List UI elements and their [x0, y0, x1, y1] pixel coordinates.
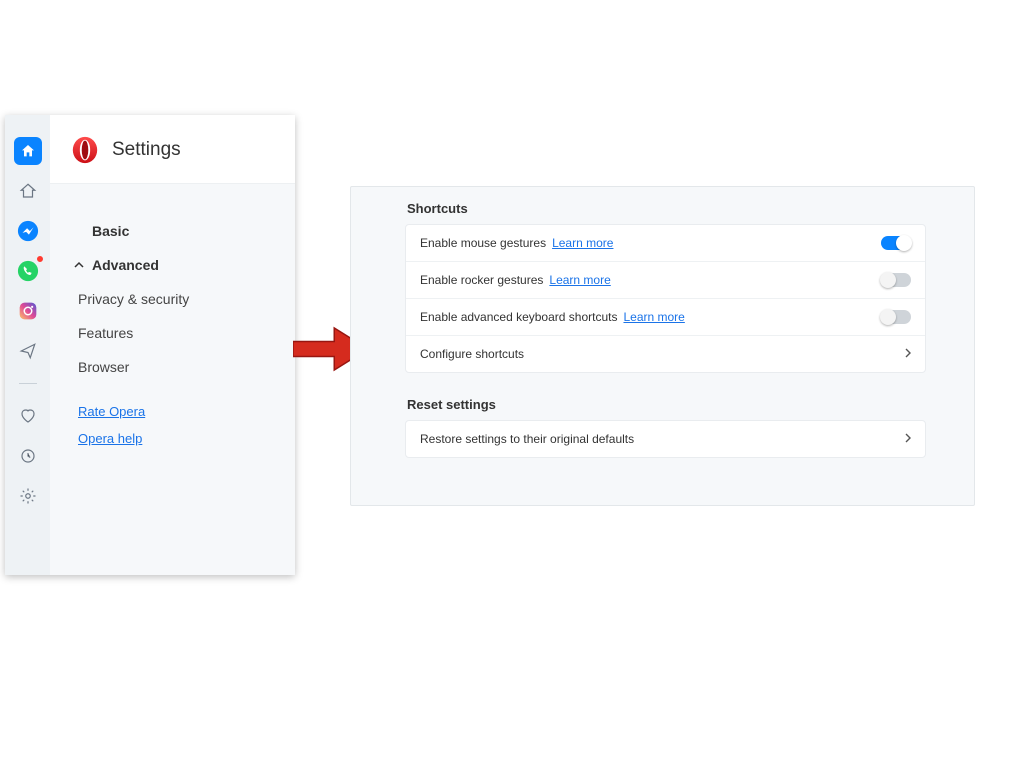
reset-section-title: Reset settings — [405, 397, 926, 412]
opera-help-link[interactable]: Opera help — [78, 431, 142, 446]
mouse-gestures-learn-more[interactable]: Learn more — [552, 236, 613, 250]
row-rocker-gestures: Enable rocker gestures Learn more — [406, 262, 925, 299]
nav-privacy[interactable]: Privacy & security — [50, 282, 295, 316]
whatsapp-icon[interactable] — [14, 257, 42, 285]
configure-shortcuts-label: Configure shortcuts — [420, 347, 524, 361]
nav-basic-label: Basic — [92, 223, 129, 239]
mouse-gestures-toggle[interactable] — [881, 236, 911, 250]
nav-opera-help[interactable]: Opera help — [50, 425, 295, 452]
messenger-icon[interactable] — [14, 217, 42, 245]
rocker-gestures-toggle[interactable] — [881, 273, 911, 287]
home-outline-icon[interactable] — [14, 177, 42, 205]
nav-browser[interactable]: Browser — [50, 350, 295, 384]
nav-rate-opera[interactable]: Rate Opera — [50, 398, 295, 425]
row-keyboard-shortcuts: Enable advanced keyboard shortcuts Learn… — [406, 299, 925, 336]
home-icon[interactable] — [14, 137, 42, 165]
send-icon[interactable] — [14, 337, 42, 365]
row-restore-defaults[interactable]: Restore settings to their original defau… — [406, 421, 925, 457]
nav-features[interactable]: Features — [50, 316, 295, 350]
rocker-gestures-label: Enable rocker gestures — [420, 273, 543, 287]
settings-sidebar-window: Settings Basic Advanced Privacy & securi… — [5, 115, 295, 575]
gear-icon[interactable] — [14, 482, 42, 510]
keyboard-shortcuts-toggle[interactable] — [881, 310, 911, 324]
divider — [19, 383, 37, 384]
nav-advanced[interactable]: Advanced — [50, 248, 295, 282]
keyboard-shortcuts-label: Enable advanced keyboard shortcuts — [420, 310, 617, 324]
chevron-right-icon — [905, 433, 911, 446]
keyboard-shortcuts-learn-more[interactable]: Learn more — [623, 310, 684, 324]
instagram-icon[interactable] — [14, 297, 42, 325]
row-mouse-gestures: Enable mouse gestures Learn more — [406, 225, 925, 262]
settings-nav: Basic Advanced Privacy & security Featur… — [50, 184, 295, 575]
chevron-up-icon — [74, 260, 84, 270]
nav-browser-label: Browser — [78, 359, 129, 375]
notification-dot-icon — [36, 255, 44, 263]
reset-card: Restore settings to their original defau… — [405, 420, 926, 458]
shortcuts-section-title: Shortcuts — [405, 201, 926, 216]
mouse-gestures-label: Enable mouse gestures — [420, 236, 546, 250]
nav-basic[interactable]: Basic — [50, 214, 295, 248]
opera-logo-icon — [70, 135, 100, 165]
rate-opera-link[interactable]: Rate Opera — [78, 404, 145, 419]
chevron-right-icon — [905, 348, 911, 361]
shortcuts-card: Enable mouse gestures Learn more Enable … — [405, 224, 926, 373]
restore-defaults-label: Restore settings to their original defau… — [420, 432, 634, 446]
rocker-gestures-learn-more[interactable]: Learn more — [549, 273, 610, 287]
settings-header: Settings — [50, 115, 295, 184]
page-title: Settings — [112, 139, 181, 161]
settings-content-window: Shortcuts Enable mouse gestures Learn mo… — [350, 186, 975, 506]
heart-icon[interactable] — [14, 402, 42, 430]
history-icon[interactable] — [14, 442, 42, 470]
nav-advanced-label: Advanced — [92, 257, 159, 273]
nav-features-label: Features — [78, 325, 133, 341]
sidebar-icon-rail — [5, 115, 50, 575]
nav-privacy-label: Privacy & security — [78, 291, 189, 307]
settings-nav-panel: Settings Basic Advanced Privacy & securi… — [50, 115, 295, 575]
row-configure-shortcuts[interactable]: Configure shortcuts — [406, 336, 925, 372]
